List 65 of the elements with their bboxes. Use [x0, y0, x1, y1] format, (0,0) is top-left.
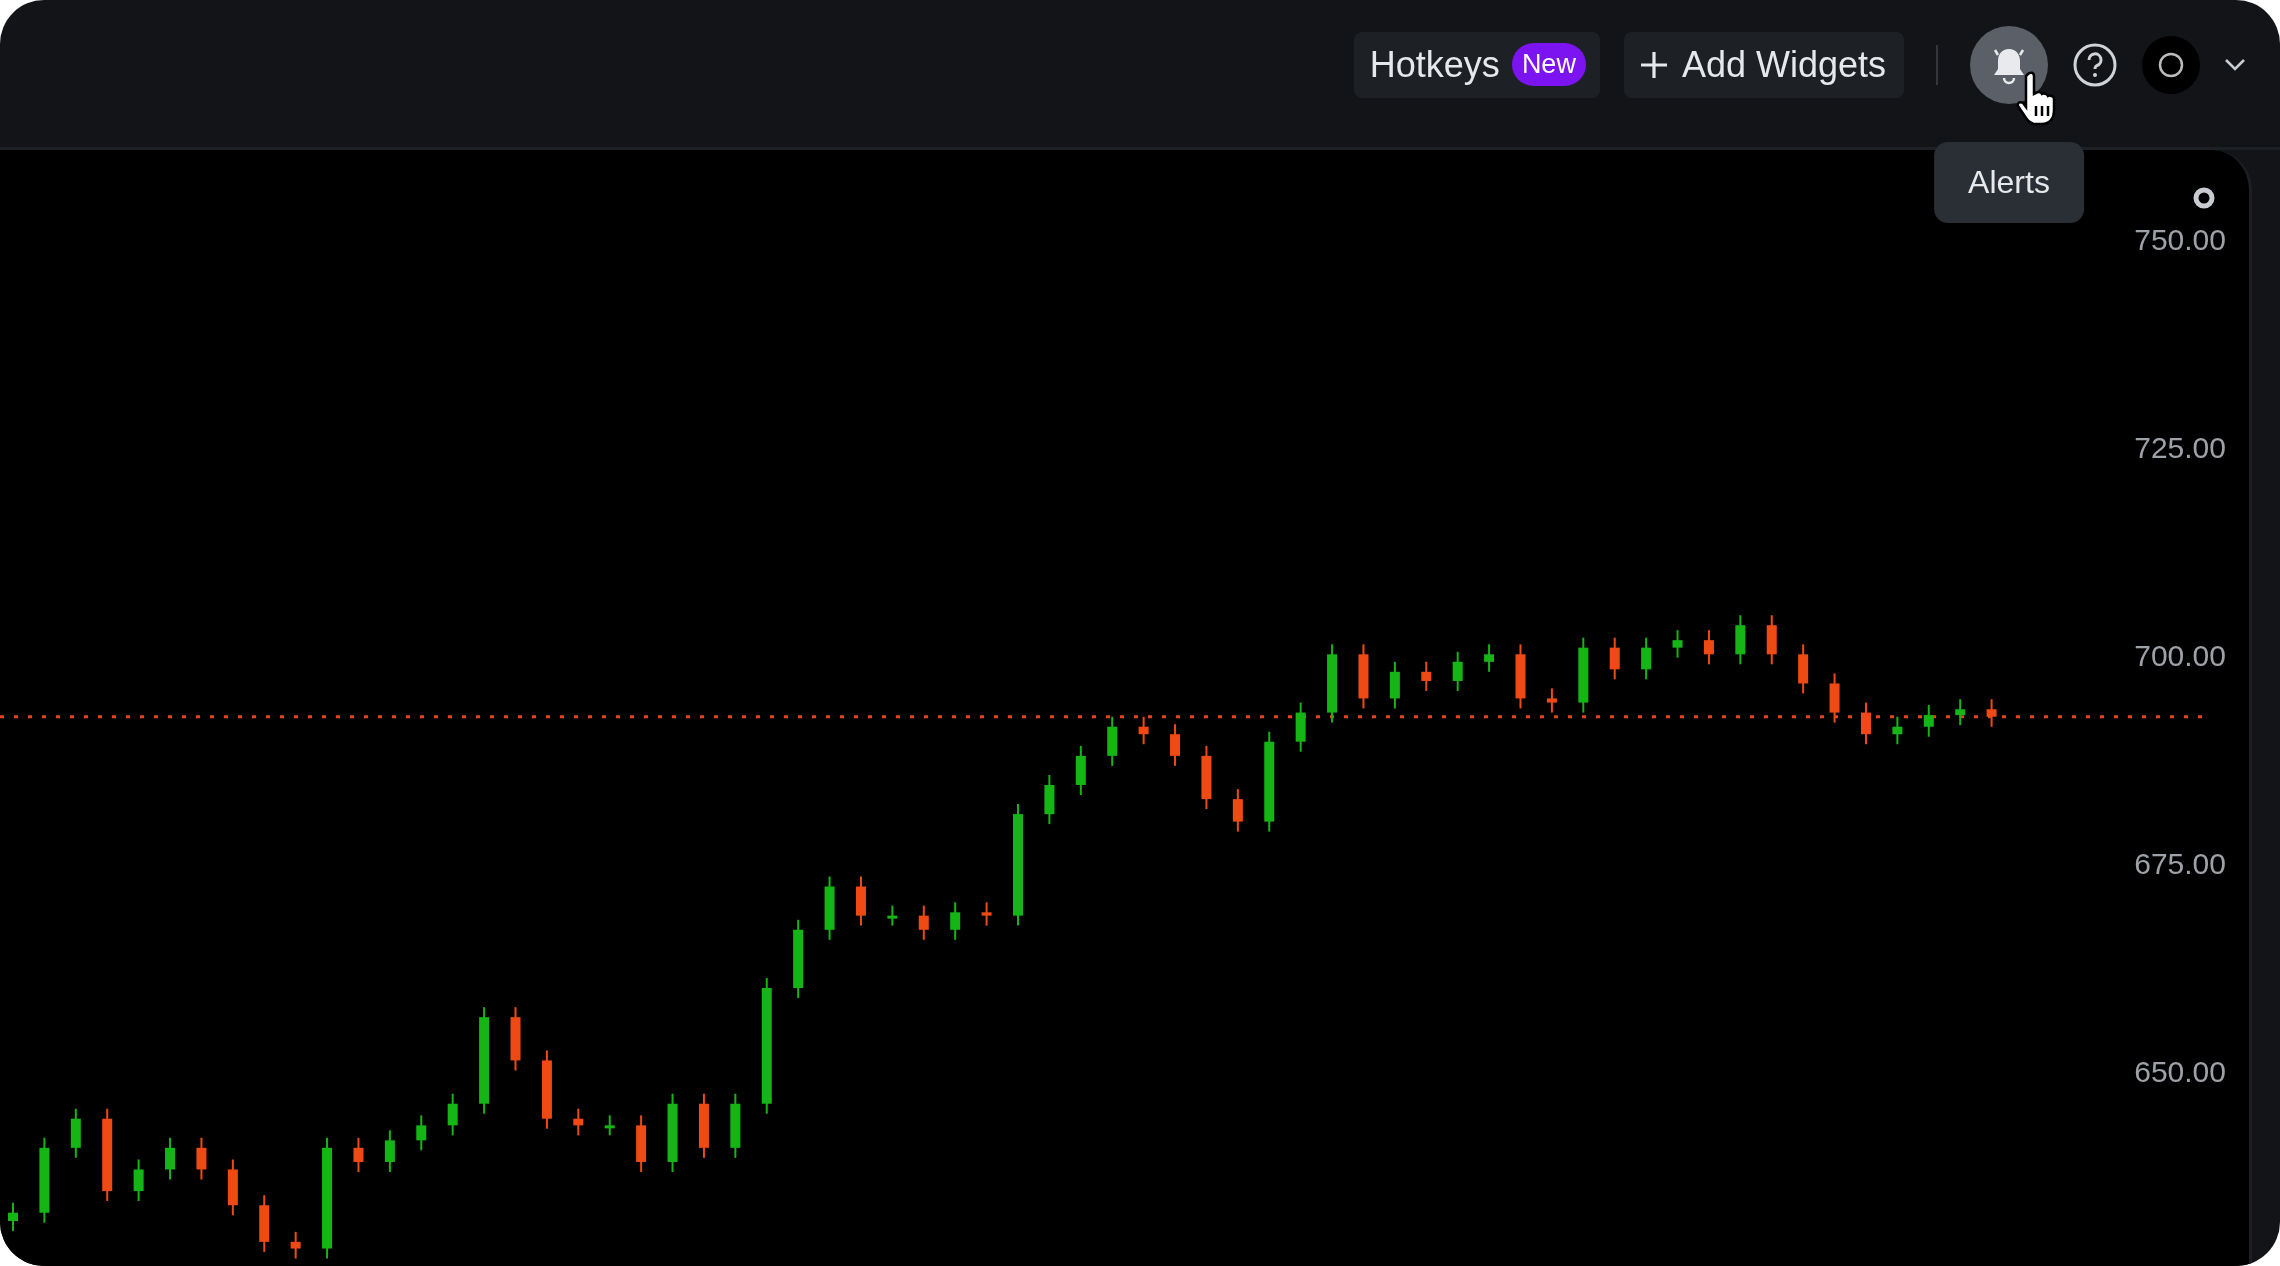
- candlestick: [1138, 715, 1149, 746]
- candlestick: [1295, 701, 1306, 753]
- candlestick: [1955, 698, 1966, 727]
- new-badge: New: [1511, 43, 1586, 86]
- candlestick: [855, 875, 866, 927]
- candlestick: [950, 901, 961, 941]
- candlestick: [824, 875, 835, 941]
- candlestick: [1075, 744, 1086, 796]
- candlestick: [1170, 723, 1181, 767]
- candlestick: [1107, 715, 1118, 767]
- chevron-down-icon[interactable]: [2224, 57, 2246, 72]
- candlestick: [604, 1114, 615, 1137]
- candlestick: [1515, 643, 1526, 710]
- candlestick: [165, 1136, 176, 1181]
- candlestick: [447, 1092, 458, 1137]
- candlestick: [918, 904, 929, 941]
- alerts-tooltip: Alerts: [1934, 141, 2084, 223]
- candlestick: [1829, 672, 1840, 724]
- candlestick: [1201, 744, 1212, 811]
- avatar-icon[interactable]: [2142, 35, 2200, 94]
- candlestick: [981, 901, 992, 927]
- candlestick: [1358, 643, 1369, 710]
- candlestick: [887, 904, 898, 927]
- settings-ring-icon[interactable]: [2193, 187, 2215, 209]
- candlestick: [384, 1129, 395, 1173]
- candlestick: [1672, 629, 1683, 659]
- candlestick: [1860, 701, 1871, 746]
- help-icon[interactable]: [2072, 41, 2118, 88]
- candlestick: [416, 1114, 427, 1152]
- candlestick: [259, 1194, 270, 1253]
- candlestick: [70, 1107, 81, 1159]
- candlestick: [1766, 614, 1777, 666]
- candlestick: [1986, 698, 1997, 728]
- candlestick: [353, 1136, 364, 1173]
- candlestick: [290, 1230, 301, 1260]
- candlestick: [1044, 774, 1055, 826]
- candlestick: [1421, 660, 1432, 692]
- candlestick: [573, 1107, 584, 1137]
- candlestick: [1735, 614, 1746, 666]
- candlestick: [196, 1136, 207, 1181]
- axis-label: 750.00: [2134, 222, 2226, 256]
- candlestick: [1232, 788, 1243, 833]
- candlestick: [730, 1092, 741, 1159]
- axis-label: 675.00: [2134, 847, 2226, 881]
- candlestick: [1389, 660, 1400, 710]
- axis-label: 725.00: [2134, 430, 2226, 464]
- candlestick: [1546, 687, 1557, 714]
- candlestick: [227, 1158, 238, 1217]
- candlestick: [133, 1158, 144, 1203]
- candlestick: [1484, 643, 1495, 673]
- candlestick: [1892, 715, 1903, 746]
- candlestick: [1452, 650, 1463, 692]
- candlestick: [1641, 636, 1652, 681]
- candlestick: [8, 1201, 18, 1233]
- candlestick: [1923, 704, 1934, 738]
- candlestick: [1798, 643, 1809, 695]
- candlestick: [698, 1092, 709, 1159]
- candlestick: [636, 1114, 647, 1173]
- axis-label: 700.00: [2134, 639, 2226, 672]
- hotkeys-button[interactable]: Hotkeys New: [1353, 31, 1600, 98]
- candlestick: [1703, 629, 1714, 666]
- axis-label: 650.00: [2134, 1055, 2226, 1089]
- candlestick: [510, 1006, 521, 1072]
- candlestick: [1609, 636, 1620, 681]
- add-widgets-button[interactable]: Add Widgets: [1623, 31, 1904, 98]
